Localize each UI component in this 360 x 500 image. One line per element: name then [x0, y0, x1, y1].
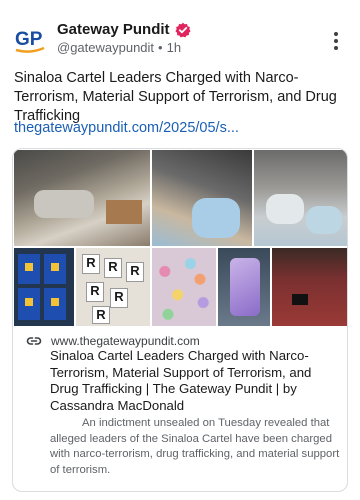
- handle[interactable]: @gatewaypundit: [57, 40, 154, 55]
- author-name[interactable]: Gateway Pundit: [57, 21, 170, 38]
- logo-text: GP: [15, 29, 43, 50]
- timestamp[interactable]: 1h: [167, 40, 181, 55]
- post-link[interactable]: thegatewaypundit.com/2025/05/s...: [14, 120, 239, 136]
- drugs-in-car-console-photo: [152, 150, 252, 246]
- separator: •: [158, 40, 163, 55]
- post-text: Sinaloa Cartel Leaders Charged with Narc…: [14, 70, 337, 124]
- link-card-description: An indictment unsealed on Tuesday reveal…: [50, 417, 340, 476]
- drug-bags-in-trunk-photo: [254, 150, 347, 246]
- more-options-icon[interactable]: [326, 29, 346, 53]
- avatar[interactable]: GP: [10, 20, 50, 60]
- colorful-pills-photo: [152, 248, 216, 326]
- packaged-drugs-in-vehicle-photo: [14, 150, 150, 246]
- purple-vape-photo: [218, 248, 270, 326]
- link-icon: [26, 337, 42, 345]
- gateway-pundit-logo: GP: [15, 29, 45, 53]
- verified-badge-icon: [174, 22, 191, 37]
- link-card-domain-row: www.thegatewaypundit.com: [26, 333, 200, 349]
- branded-bricks-photo: R R R R R R: [76, 248, 150, 326]
- blue-packages-photo: [14, 248, 74, 326]
- link-card-domain: www.thegatewaypundit.com: [51, 334, 200, 348]
- post-header: GP Gateway Pundit @gatewaypundit • 1h: [0, 0, 360, 70]
- red-beanie-photo: [272, 248, 347, 326]
- link-card-title[interactable]: Sinaloa Cartel Leaders Charged with Narc…: [50, 348, 340, 414]
- handle-row: @gatewaypundit • 1h: [57, 40, 181, 55]
